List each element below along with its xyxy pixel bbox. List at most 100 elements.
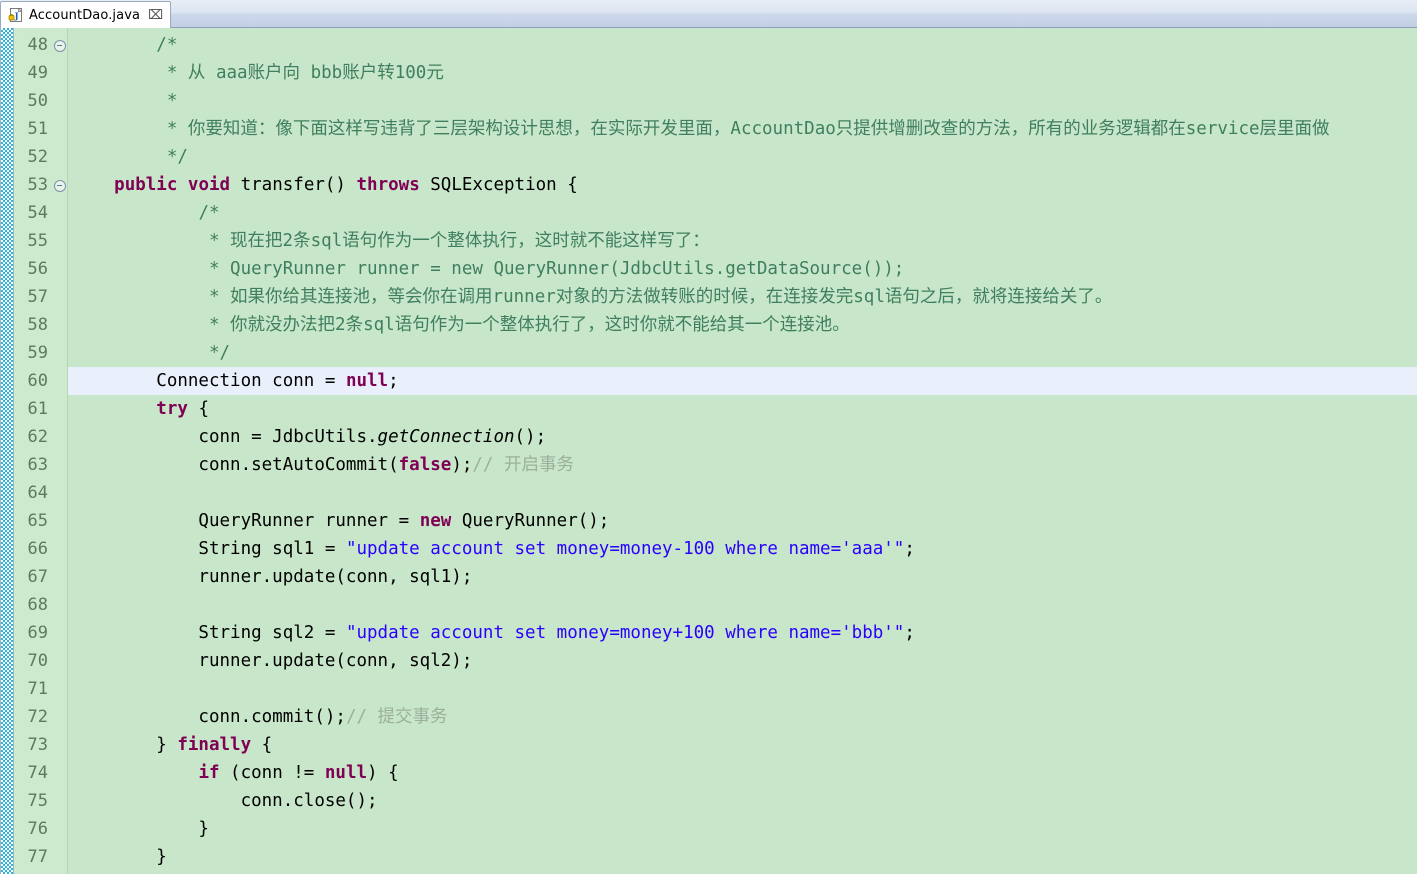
code-line[interactable]: public void transfer() throws SQLExcepti…	[68, 171, 1417, 199]
code-line[interactable]: if (conn != null) {	[68, 759, 1417, 787]
fold-slot	[51, 759, 67, 787]
folding-ruler[interactable]	[51, 28, 68, 874]
code-line[interactable]: * 你就没办法把2条sql语句作为一个整体执行了，这时你就不能给其一个连接池。	[68, 311, 1417, 339]
line-number: 75	[27, 791, 48, 811]
code-line[interactable]: * 你要知道：像下面这样写违背了三层架构设计思想，在实际开发里面，Account…	[68, 115, 1417, 143]
fold-slot	[51, 675, 67, 703]
fold-slot	[51, 479, 67, 507]
code-line[interactable]: conn.close();	[68, 787, 1417, 815]
fold-slot	[51, 843, 67, 871]
editor-tab-label: AccountDao.java	[29, 7, 141, 23]
code-line[interactable]	[68, 591, 1417, 619]
code-line[interactable]: * 如果你给其连接池，等会你在调用runner对象的方法做转账的时候，在连接发完…	[68, 283, 1417, 311]
fold-slot	[51, 591, 67, 619]
fold-slot	[51, 563, 67, 591]
line-number: 50	[27, 91, 48, 111]
code-line[interactable]: conn = JdbcUtils.getConnection();	[68, 423, 1417, 451]
code-line[interactable]: String sql1 = "update account set money=…	[68, 535, 1417, 563]
fold-slot	[51, 423, 67, 451]
line-number: 48	[27, 35, 48, 55]
code-line[interactable]	[68, 479, 1417, 507]
code-line[interactable]: * 现在把2条sql语句作为一个整体执行，这时就不能这样写了：	[68, 227, 1417, 255]
line-number: 76	[27, 819, 48, 839]
line-number: 70	[27, 651, 48, 671]
line-number: 56	[27, 259, 48, 279]
fold-slot	[51, 311, 67, 339]
fold-slot	[51, 787, 67, 815]
line-number: 54	[27, 203, 48, 223]
line-number: 64	[27, 483, 48, 503]
code-line[interactable]: String sql2 = "update account set money=…	[68, 619, 1417, 647]
fold-slot	[51, 507, 67, 535]
annotation-ruler[interactable]	[1, 28, 14, 874]
code-line[interactable]: }	[68, 843, 1417, 871]
line-number: 53	[27, 175, 48, 195]
line-number: 59	[27, 343, 48, 363]
fold-collapse-icon[interactable]	[51, 171, 67, 199]
editor-tab-bar: J AccountDao.java ⌧	[0, 0, 1417, 28]
code-line[interactable]: runner.update(conn, sql2);	[68, 647, 1417, 675]
code-line[interactable]: */	[68, 339, 1417, 367]
code-line[interactable]: /*	[68, 31, 1417, 59]
code-text-area[interactable]: /* * 从 aaa账户向 bbb账户转100元 * * 你要知道：像下面这样写…	[68, 28, 1417, 874]
line-number: 60	[27, 371, 48, 391]
fold-slot	[51, 535, 67, 563]
line-number: 72	[27, 707, 48, 727]
line-number: 49	[27, 63, 48, 83]
fold-slot	[51, 227, 67, 255]
fold-slot	[51, 451, 67, 479]
fold-slot	[51, 87, 67, 115]
line-number: 52	[27, 147, 48, 167]
line-number: 68	[27, 595, 48, 615]
fold-slot	[51, 395, 67, 423]
line-number: 73	[27, 735, 48, 755]
line-number-ruler: 48 49 50 51 52 53 54 55 56 57 58 59 60 61 62 63 64 65 66 67…	[14, 28, 51, 874]
fold-slot	[51, 367, 67, 395]
java-file-icon: J	[8, 7, 24, 23]
fold-slot	[51, 143, 67, 171]
code-line[interactable]: }	[68, 815, 1417, 843]
fold-slot	[51, 647, 67, 675]
fold-slot	[51, 619, 67, 647]
line-number: 63	[27, 455, 48, 475]
code-line[interactable]: conn.commit();// 提交事务	[68, 703, 1417, 731]
line-number: 66	[27, 539, 48, 559]
code-line[interactable]: * QueryRunner runner = new QueryRunner(J…	[68, 255, 1417, 283]
line-number: 69	[27, 623, 48, 643]
eclipse-java-editor-window: J AccountDao.java ⌧ 48 49 50 51 52 53 54 55 56 57…	[0, 0, 1417, 874]
code-editor[interactable]: 48 49 50 51 52 53 54 55 56 57 58 59 60 61 62 63 64 65 66 67…	[0, 28, 1417, 874]
fold-slot	[51, 59, 67, 87]
fold-collapse-icon[interactable]	[51, 31, 67, 59]
fold-slot	[51, 731, 67, 759]
code-line[interactable]: runner.update(conn, sql1);	[68, 563, 1417, 591]
code-line[interactable]: } finally {	[68, 731, 1417, 759]
fold-slot	[51, 199, 67, 227]
line-number: 58	[27, 315, 48, 335]
code-line[interactable]: /*	[68, 199, 1417, 227]
code-line[interactable]: conn.setAutoCommit(false);// 开启事务	[68, 451, 1417, 479]
close-icon[interactable]: ⌧	[148, 9, 163, 22]
code-line[interactable]: *	[68, 87, 1417, 115]
code-line[interactable]	[68, 675, 1417, 703]
line-number: 62	[27, 427, 48, 447]
line-number: 74	[27, 763, 48, 783]
line-number: 55	[27, 231, 48, 251]
fold-slot	[51, 115, 67, 143]
code-line[interactable]: * 从 aaa账户向 bbb账户转100元	[68, 59, 1417, 87]
fold-slot	[51, 339, 67, 367]
line-number: 57	[27, 287, 48, 307]
line-number: 67	[27, 567, 48, 587]
line-number: 51	[27, 119, 48, 139]
line-number: 71	[27, 679, 48, 699]
fold-slot	[51, 703, 67, 731]
code-line[interactable]: try {	[68, 395, 1417, 423]
code-line[interactable]: Connection conn = null;	[68, 367, 1417, 395]
code-line[interactable]: QueryRunner runner = new QueryRunner();	[68, 507, 1417, 535]
editor-tab-accountdao-java[interactable]: J AccountDao.java ⌧	[0, 1, 172, 28]
fold-slot	[51, 815, 67, 843]
line-number: 65	[27, 511, 48, 531]
line-number: 77	[27, 847, 48, 867]
code-line[interactable]: */	[68, 143, 1417, 171]
fold-slot	[51, 255, 67, 283]
line-number: 61	[27, 399, 48, 419]
